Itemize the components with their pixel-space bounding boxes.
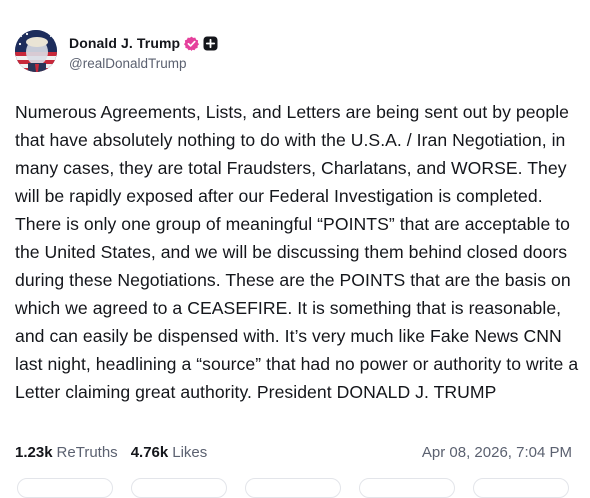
display-name-row: Donald J. Trump bbox=[69, 34, 218, 52]
action-bar bbox=[17, 478, 577, 498]
likes-count: 4.76k bbox=[130, 444, 169, 461]
post-text: Numerous Agreements, Lists, and Letters … bbox=[15, 102, 579, 402]
verified-badge-icon bbox=[184, 36, 200, 51]
avatar[interactable] bbox=[15, 30, 57, 72]
plus-square-icon[interactable] bbox=[203, 36, 218, 51]
retruths-label: ReTruths bbox=[56, 444, 118, 461]
post-content: Numerous Agreements, Lists, and Letters … bbox=[15, 98, 581, 406]
reply-button[interactable] bbox=[17, 478, 113, 498]
share-button[interactable] bbox=[359, 478, 455, 498]
display-name[interactable]: Donald J. Trump bbox=[69, 35, 180, 51]
likes-label: Likes bbox=[172, 444, 208, 461]
post-stats: 1.23k ReTruths 4.76k Likes bbox=[15, 444, 207, 461]
post-header: Donald J. Trump @realDonaldTrump bbox=[15, 30, 218, 72]
like-button[interactable] bbox=[245, 478, 341, 498]
post-card: Donald J. Trump @realDonaldTrump Numerou… bbox=[0, 0, 590, 498]
more-button[interactable] bbox=[473, 478, 569, 498]
post-timestamp[interactable]: Apr 08, 2026, 7:04 PM bbox=[422, 444, 572, 461]
retruths-count: 1.23k bbox=[15, 444, 53, 461]
retruths-stat[interactable]: 1.23k ReTruths bbox=[15, 444, 118, 461]
retruth-button[interactable] bbox=[131, 478, 227, 498]
likes-stat[interactable]: 4.76k Likes bbox=[131, 444, 208, 461]
author-names: Donald J. Trump @realDonaldTrump bbox=[69, 34, 218, 71]
author-handle[interactable]: @realDonaldTrump bbox=[69, 56, 218, 71]
